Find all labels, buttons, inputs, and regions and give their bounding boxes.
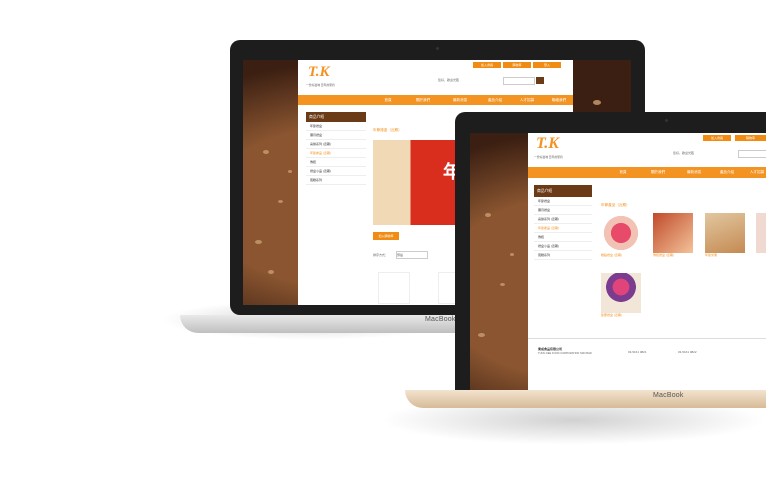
site-logo-front[interactable]: T.K bbox=[536, 135, 559, 153]
sort-label: 排序方式： bbox=[373, 253, 389, 257]
top-btn-login[interactable]: 登入 bbox=[533, 62, 561, 68]
sidebar-item-active[interactable]: 年節產品 (近期) bbox=[534, 224, 592, 233]
product-card[interactable]: 節慶禮盒 (近期) bbox=[601, 273, 645, 321]
sidebar-item-active[interactable]: 年節產品 (近期) bbox=[306, 149, 366, 158]
sidebar-item[interactable]: 傳統 bbox=[534, 233, 592, 242]
sidebar-item[interactable]: 年節禮盒 bbox=[306, 122, 366, 131]
sidebar-item[interactable]: 喜餅系列 (近期) bbox=[534, 215, 592, 224]
footer-fax: 03-5161 0822 bbox=[678, 350, 697, 354]
product-name: 年節米果 bbox=[705, 253, 718, 257]
search-hint-front: 您好，歡迎光臨 bbox=[673, 151, 695, 155]
search-input-front[interactable] bbox=[738, 150, 766, 158]
back-laptop-label: MacBook bbox=[425, 316, 456, 323]
sidebar-item[interactable]: 禮盒小品 (近期) bbox=[306, 167, 366, 176]
footer-phone: 03-5161 0821 bbox=[628, 350, 647, 354]
product-name: 糕點禮盒 (近期) bbox=[601, 253, 622, 257]
sidebar-title: 商品介紹 bbox=[306, 112, 366, 122]
content-title: 年節禮盒（近期） bbox=[373, 128, 402, 132]
sidebar-title: 商品介紹 bbox=[534, 185, 592, 197]
sidebar-item[interactable]: 喜餅系列 (近期) bbox=[306, 140, 366, 149]
nav-about[interactable]: 關於我們 bbox=[643, 167, 673, 177]
footer-company: 東成食品有限公司 bbox=[538, 347, 563, 351]
front-laptop-screen: T.K 一份好滋味 百年的堅持 加入會員 購物車 您好，歡迎光臨 首頁 關於我們… bbox=[470, 133, 766, 390]
nav-contact[interactable]: 聯絡我們 bbox=[545, 95, 573, 105]
site-footer: 東成食品有限公司 TUNG KEE FOOD CORPORATION SDN B… bbox=[528, 338, 766, 390]
nav-products[interactable]: 產品介紹 bbox=[481, 95, 509, 105]
product-thumb[interactable] bbox=[378, 272, 410, 304]
sidebar-item[interactable]: 彌月禮盒 bbox=[306, 131, 366, 140]
nav-news[interactable]: 最新消息 bbox=[680, 167, 708, 177]
site-tagline: 一份好滋味 百年的堅持 bbox=[306, 83, 335, 87]
website-page-front: T.K 一份好滋味 百年的堅持 加入會員 購物車 您好，歡迎光臨 首頁 關於我們… bbox=[528, 133, 766, 390]
sidebar-item[interactable]: 傳統 bbox=[306, 158, 366, 167]
nav-about[interactable]: 關於我們 bbox=[408, 95, 438, 105]
top-btn-cart-front[interactable]: 購物車 bbox=[735, 135, 766, 141]
sidebar-item[interactable]: 彌月禮盒 bbox=[534, 206, 592, 215]
nav-careers[interactable]: 人才招募 bbox=[743, 167, 766, 177]
sidebar-item[interactable]: 年節禮盒 bbox=[534, 197, 592, 206]
sidebar-item[interactable]: 蛋糕系列 bbox=[534, 251, 592, 260]
main-nav-front: 首頁 關於我們 最新消息 產品介紹 人才招募 bbox=[528, 167, 766, 178]
site-tagline-front: 一份好滋味 百年的堅持 bbox=[534, 155, 563, 159]
sidebar-item[interactable]: 蛋糕系列 bbox=[306, 176, 366, 185]
top-btn-cart[interactable]: 購物車 bbox=[503, 62, 531, 68]
product-name: 節慶禮盒 (近期) bbox=[601, 313, 622, 317]
site-logo[interactable]: T.K bbox=[308, 64, 330, 81]
search-hint: 您好，歡迎光臨 bbox=[438, 78, 460, 82]
product-card[interactable] bbox=[756, 213, 766, 257]
product-name: 傳統禮盒 (近期) bbox=[653, 253, 674, 257]
nav-products[interactable]: 產品介紹 bbox=[713, 167, 741, 177]
footer-address: TUNG KEE FOOD CORPORATION SDN BHD bbox=[538, 352, 592, 355]
product-card[interactable]: 傳統禮盒 (近期) bbox=[653, 213, 697, 257]
nav-home[interactable]: 首頁 bbox=[613, 167, 633, 177]
product-card[interactable]: 糕點禮盒 (近期) bbox=[601, 213, 645, 257]
sidebar-item[interactable]: 禮盒小品 (近期) bbox=[534, 242, 592, 251]
sidebar: 商品介紹 年節禮盒 彌月禮盒 喜餅系列 (近期) 年節產品 (近期) 傳統 禮盒… bbox=[306, 112, 366, 185]
front-laptop-camera bbox=[665, 119, 668, 122]
content-title: 年節產品（近期） bbox=[601, 203, 630, 207]
top-btn-join[interactable]: 加入會員 bbox=[473, 62, 501, 68]
search-icon[interactable] bbox=[536, 77, 544, 84]
top-btn-join-front[interactable]: 加入會員 bbox=[703, 135, 731, 141]
front-laptop-base bbox=[405, 390, 766, 408]
sidebar-front: 商品介紹 年節禮盒 彌月禮盒 喜餅系列 (近期) 年節產品 (近期) 傳統 禮盒… bbox=[534, 185, 592, 260]
back-laptop-camera bbox=[436, 47, 439, 50]
main-nav: 首頁 關於我們 最新消息 產品介紹 人才招募 聯絡我們 bbox=[298, 95, 573, 105]
front-laptop-label: MacBook bbox=[653, 392, 684, 399]
sort-select[interactable]: 預設 bbox=[396, 251, 428, 259]
nav-home[interactable]: 首頁 bbox=[378, 95, 398, 105]
search-input[interactable] bbox=[503, 77, 535, 85]
nav-news[interactable]: 最新消息 bbox=[446, 95, 474, 105]
nav-careers[interactable]: 人才招募 bbox=[513, 95, 541, 105]
add-to-cart-button[interactable]: 加入購物車 bbox=[373, 232, 399, 240]
product-card[interactable]: 年節米果 bbox=[705, 213, 749, 257]
